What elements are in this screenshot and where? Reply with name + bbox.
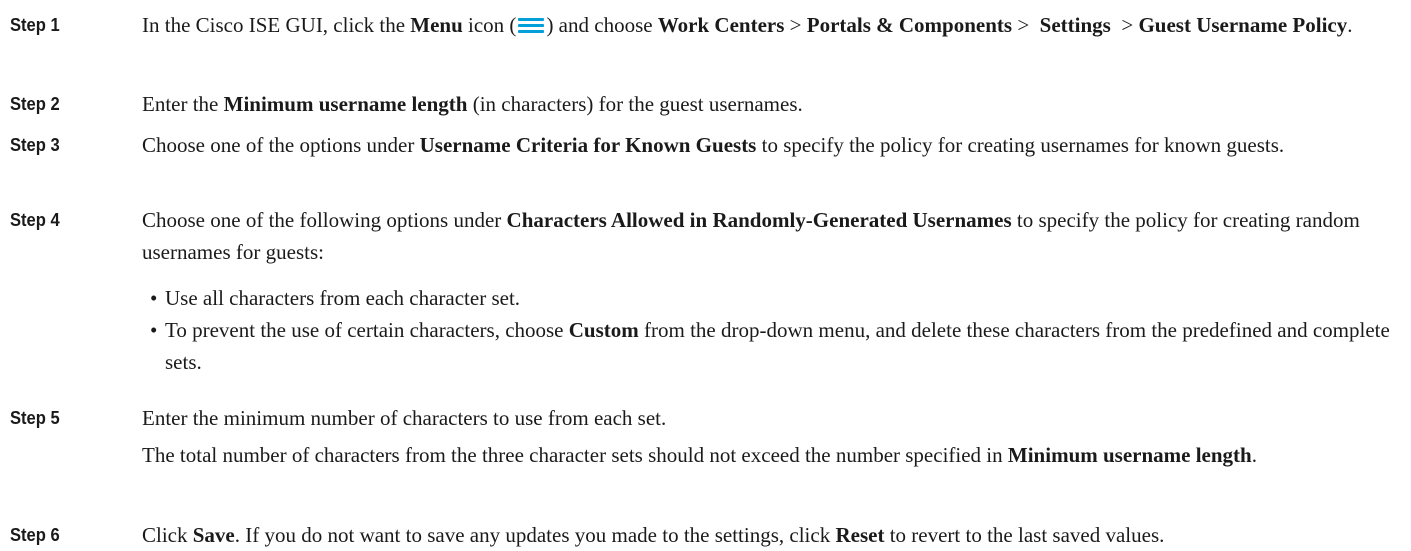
step-label: Step 1 [10,15,60,35]
menu-term: Menu [410,13,463,37]
menu-icon [517,15,545,35]
list-item: To prevent the use of certain characters… [150,314,1404,378]
list-item: Use all characters from each character s… [150,282,1404,314]
nav-settings: Settings [1039,13,1111,37]
step-text: Click Save. If you do not want to save a… [142,523,1165,547]
procedure: Step 1 In the Cisco ISE GUI, click the M… [0,0,1411,551]
step-text: Choose one of the following options unde… [142,204,1404,378]
options-list: Use all characters from each character s… [150,282,1404,378]
step-text: Choose one of the options under Username… [142,133,1285,157]
nav-work-centers: Work Centers [657,13,785,37]
step-label: Step 6 [10,525,60,545]
step-note: The total number of characters from the … [142,443,1257,467]
step-text: Enter the minimum number of characters t… [142,402,1404,471]
step-text: Enter the Minimum username length (in ch… [142,92,803,116]
nav-portals-components: Portals & Components [806,13,1013,37]
step-label: Step 2 [10,94,60,114]
step-label: Step 4 [10,210,60,230]
step-text: In the Cisco ISE GUI, click the Menu ico… [142,13,1353,37]
step-label: Step 5 [10,408,60,428]
nav-guest-username-policy: Guest Username Policy [1138,13,1348,37]
step-label: Step 3 [10,135,60,155]
